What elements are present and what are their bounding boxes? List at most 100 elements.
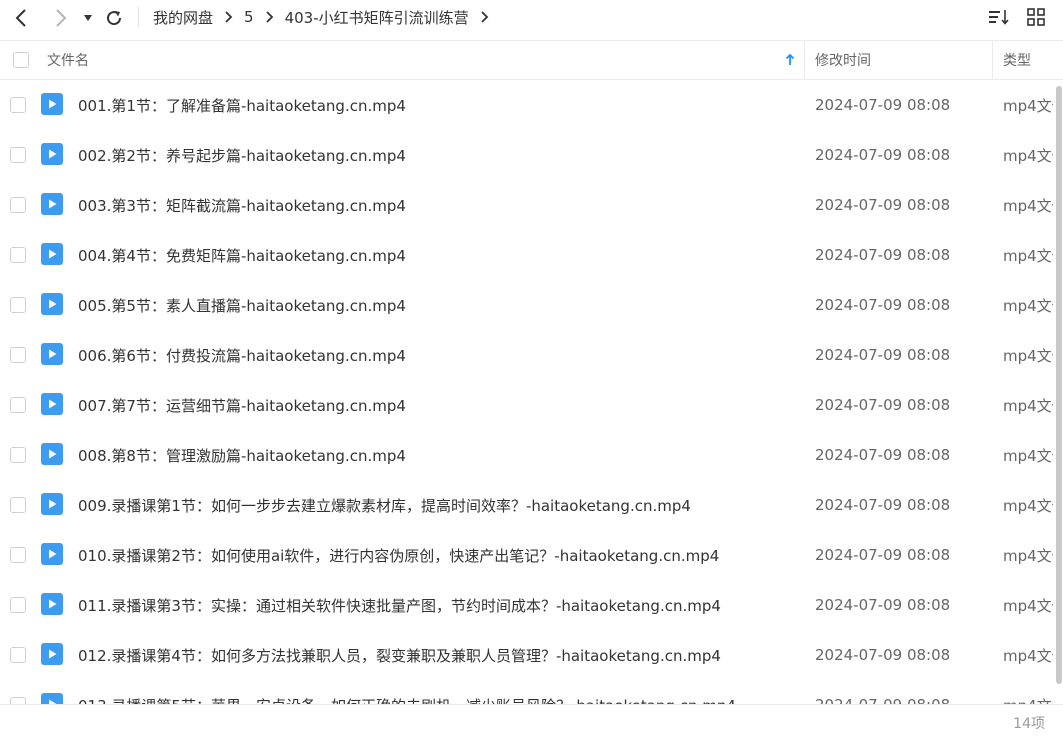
file-type: mp4文件 [1003,146,1053,165]
file-name[interactable]: 007.第7节：运营细节篇-haitaoketang.cn.mp4 [78,380,406,430]
file-modified: 2024-07-09 08:08 [815,96,951,114]
video-file-icon [41,443,63,465]
row-checkbox[interactable] [10,197,26,213]
row-checkbox[interactable] [10,297,26,313]
sort-icon[interactable] [989,9,1009,25]
file-type: mp4文件 [1003,396,1053,415]
row-checkbox[interactable] [10,97,26,113]
row-checkbox[interactable] [10,647,26,663]
file-modified: 2024-07-09 08:08 [815,546,951,564]
video-file-icon [41,643,63,665]
file-row[interactable]: 008.第8节：管理激励篇-haitaoketang.cn.mp4 2024-07… [0,430,1063,480]
chevron-right-icon[interactable] [480,11,489,23]
grid-view-icon[interactable] [1027,8,1045,26]
row-checkbox[interactable] [10,697,26,704]
column-header-type[interactable]: 类型 [1003,41,1031,79]
breadcrumb-item-current[interactable]: 403-小红书矩阵引流训练营 [285,7,469,28]
row-checkbox[interactable] [10,497,26,513]
file-modified: 2024-07-09 08:08 [815,146,951,164]
file-name[interactable]: 005.第5节：素人直播篇-haitaoketang.cn.mp4 [78,280,406,330]
file-type: mp4文件 [1003,596,1053,615]
view-controls [989,0,1063,34]
breadcrumb: 我的网盘 5 403-小红书矩阵引流训练营 [153,0,500,34]
file-row[interactable]: 011.录播课第3节：实操：通过相关软件快速批量产图，节约时间成本？-haita… [0,580,1063,630]
row-checkbox[interactable] [10,247,26,263]
file-name[interactable]: 010.录播课第2节：如何使用ai软件，进行内容伪原创，快速产出笔记？-hait… [78,530,719,580]
file-name[interactable]: 003.第3节：矩阵截流篇-haitaoketang.cn.mp4 [78,180,406,230]
toolbar-divider [138,7,139,27]
column-header-modified[interactable]: 修改时间 [815,41,871,79]
file-name[interactable]: 008.第8节：管理激励篇-haitaoketang.cn.mp4 [78,430,406,480]
file-row[interactable]: 009.录播课第1节：如何一步步去建立爆款素材库，提高时间效率？-haitaok… [0,480,1063,530]
scrollbar[interactable] [1055,80,1063,704]
row-checkbox[interactable] [10,597,26,613]
column-header-name[interactable]: 文件名 [47,41,89,79]
file-modified: 2024-07-09 08:08 [815,496,951,514]
chevron-right-icon [265,11,274,23]
video-file-icon [41,543,63,565]
video-file-icon [41,593,63,615]
file-name[interactable]: 013.录播课第5节：苹果、安卓设备，如何正确的去刷机，减少账号风险？-hait… [78,680,736,705]
column-divider[interactable] [804,41,805,79]
select-all-checkbox[interactable] [13,41,29,79]
video-file-icon [41,143,63,165]
row-checkbox[interactable] [10,147,26,163]
file-modified: 2024-07-09 08:08 [815,446,951,464]
file-row[interactable]: 007.第7节：运营细节篇-haitaoketang.cn.mp4 2024-07… [0,380,1063,430]
file-row[interactable]: 001.第1节：了解准备篇-haitaoketang.cn.mp4 2024-07… [0,80,1063,130]
video-file-icon [41,243,63,265]
file-type: mp4文件 [1003,646,1053,665]
file-type: mp4文件 [1003,296,1053,315]
item-count: 14项 [1013,715,1045,732]
file-type: mp4文件 [1003,196,1053,215]
status-bar: 14项 [0,704,1063,740]
file-modified: 2024-07-09 08:08 [815,296,951,314]
forward-icon[interactable] [50,6,72,30]
file-modified: 2024-07-09 08:08 [815,596,951,614]
file-row[interactable]: 013.录播课第5节：苹果、安卓设备，如何正确的去刷机，减少账号风险？-hait… [0,680,1063,704]
file-row[interactable]: 006.第6节：付费投流篇-haitaoketang.cn.mp4 2024-07… [0,330,1063,380]
video-file-icon [41,93,63,115]
row-checkbox[interactable] [10,547,26,563]
breadcrumb-item-my-drive[interactable]: 我的网盘 [153,7,213,28]
file-list: 001.第1节：了解准备篇-haitaoketang.cn.mp4 2024-07… [0,80,1063,704]
back-icon[interactable] [10,6,32,30]
file-name[interactable]: 011.录播课第3节：实操：通过相关软件快速批量产图，节约时间成本？-haita… [78,580,721,630]
file-type: mp4文件 [1003,96,1053,115]
file-name[interactable]: 009.录播课第1节：如何一步步去建立爆款素材库，提高时间效率？-haitaok… [78,480,691,530]
row-checkbox[interactable] [10,347,26,363]
breadcrumb-item-folder-5[interactable]: 5 [244,8,254,26]
file-name[interactable]: 006.第6节：付费投流篇-haitaoketang.cn.mp4 [78,330,406,380]
file-row[interactable]: 010.录播课第2节：如何使用ai软件，进行内容伪原创，快速产出笔记？-hait… [0,530,1063,580]
file-type: mp4文件 [1003,680,1053,705]
sort-ascending-icon[interactable] [785,41,795,79]
video-file-icon [41,343,63,365]
file-modified: 2024-07-09 08:08 [815,680,950,704]
video-file-icon [41,193,63,215]
file-row[interactable]: 005.第5节：素人直播篇-haitaoketang.cn.mp4 2024-07… [0,280,1063,330]
file-modified: 2024-07-09 08:08 [815,196,951,214]
video-file-icon [41,293,63,315]
toolbar: 我的网盘 5 403-小红书矩阵引流训练营 [0,0,1063,41]
row-checkbox[interactable] [10,397,26,413]
refresh-icon[interactable] [104,6,124,30]
video-file-icon [41,493,63,515]
file-row[interactable]: 012.录播课第4节：如何多方法找兼职人员，裂变兼职及兼职人员管理？-haita… [0,630,1063,680]
video-file-icon [41,693,63,704]
history-dropdown-icon[interactable] [82,6,94,30]
chevron-right-icon [224,11,233,23]
file-row[interactable]: 002.第2节：养号起步篇-haitaoketang.cn.mp4 2024-07… [0,130,1063,180]
file-name[interactable]: 004.第4节：免费矩阵篇-haitaoketang.cn.mp4 [78,230,406,280]
column-divider[interactable] [992,41,993,79]
row-checkbox[interactable] [10,447,26,463]
file-type: mp4文件 [1003,346,1053,365]
file-row[interactable]: 003.第3节：矩阵截流篇-haitaoketang.cn.mp4 2024-07… [0,180,1063,230]
file-name[interactable]: 002.第2节：养号起步篇-haitaoketang.cn.mp4 [78,130,406,180]
file-modified: 2024-07-09 08:08 [815,346,951,364]
file-row[interactable]: 004.第4节：免费矩阵篇-haitaoketang.cn.mp4 2024-07… [0,230,1063,280]
video-file-icon [41,393,63,415]
file-name[interactable]: 012.录播课第4节：如何多方法找兼职人员，裂变兼职及兼职人员管理？-haita… [78,630,721,680]
file-list-header: 文件名 修改时间 类型 [0,41,1063,80]
file-type: mp4文件 [1003,246,1053,265]
file-name[interactable]: 001.第1节：了解准备篇-haitaoketang.cn.mp4 [78,80,406,130]
